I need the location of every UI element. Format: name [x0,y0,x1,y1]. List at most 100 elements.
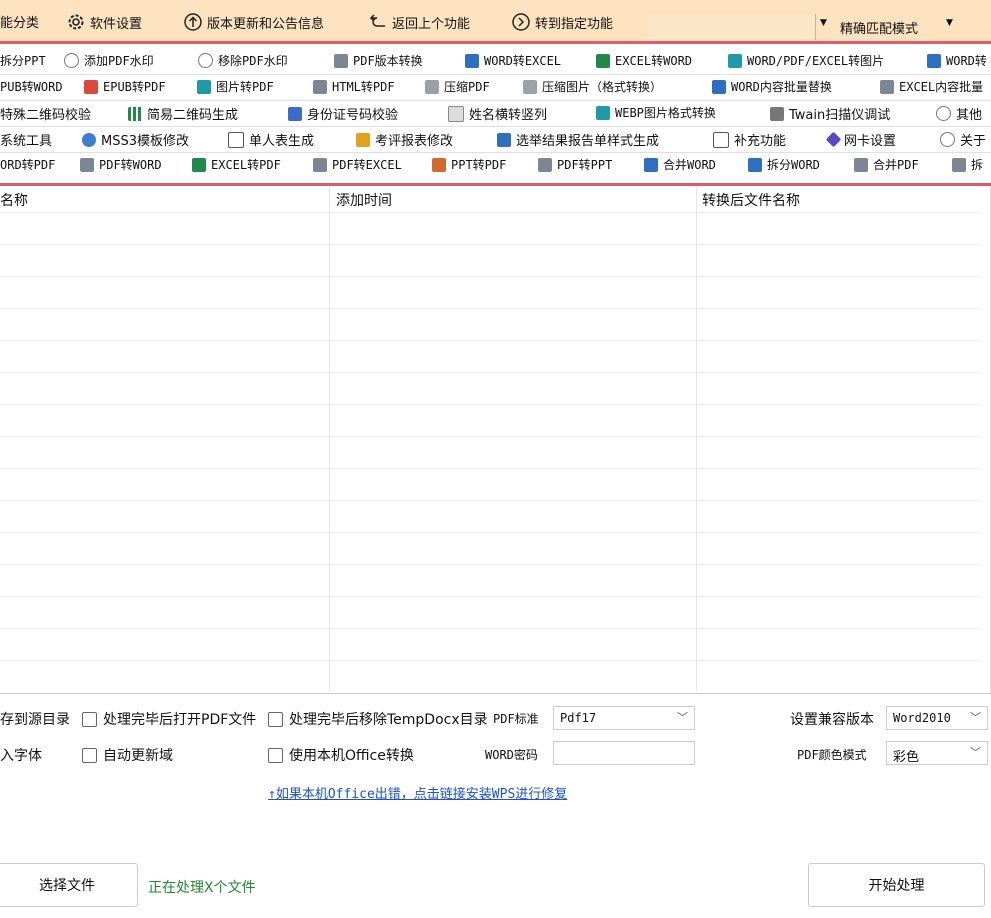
table-row [0,372,980,373]
tool-network-card-settings[interactable]: 网卡设置 [825,130,896,149]
tool-about[interactable]: 关于 [940,130,986,149]
tool-label: 合并PDF [873,158,919,172]
tool-excel-to-pdf[interactable]: EXCEL转PDF [192,156,281,173]
table-row [0,244,980,245]
tool-excel-to-word[interactable]: EXCEL转WORD [596,52,692,69]
tool-pdf-version-convert[interactable]: PDF版本转换 [334,52,423,69]
tool-split-word[interactable]: 拆分WORD [748,156,820,173]
start-processing-button[interactable]: 开始处理 [808,863,985,907]
checkbox[interactable] [82,747,97,763]
menu-update[interactable]: 版本更新和公告信息 [183,12,324,32]
tool-supplementary[interactable]: 补充功能 [713,130,786,149]
tool-election-report-style[interactable]: 选举结果报告单样式生成 [497,130,659,149]
tool-pdf-to-excel[interactable]: PDF转EXCEL [313,156,402,173]
tool-webp-convert[interactable]: WEBP图片格式转换 [596,104,716,121]
option-remove-temp[interactable]: 处理完毕后移除TempDocx目录 [268,709,488,729]
tool-word-to-pdf[interactable]: ORD转PDF [0,156,55,173]
watermark-icon [198,53,213,68]
tool-pdf-to-ppt[interactable]: PDF转PPT [538,156,612,173]
tool-epub-to-pdf[interactable]: EPUB转PDF [84,78,166,95]
option-save-to-source[interactable]: 存到源目录 [0,709,70,729]
tool-image-to-pdf[interactable]: 图片转PDF [197,78,274,95]
tool-simple-qr-generate[interactable]: 简易二维码生成 [128,104,238,123]
tool-id-number-verify[interactable]: 身份证号码校验 [288,104,398,123]
tool-compress-image[interactable]: 压缩图片（格式转换） [523,78,662,95]
option-use-local-office[interactable]: 使用本机Office转换 [268,745,414,765]
tool-label: PDF转EXCEL [332,158,402,172]
tool-label: 姓名横转竖列 [469,108,548,123]
word-password-input[interactable] [553,741,695,765]
tool-label: PDF转WORD [99,158,162,172]
menu-back[interactable]: 返回上个功能 [368,12,470,32]
tool-html-to-pdf[interactable]: HTML转PDF [313,78,395,95]
tool-word-batch-replace[interactable]: WORD内容批量替换 [712,78,832,95]
scanner-icon [770,106,784,121]
tool-evaluation-report-edit[interactable]: 考评报表修改 [356,130,453,149]
match-mode-select[interactable]: ▼ 精确匹配模式 ▼ [815,14,953,40]
tool-excel-batch[interactable]: EXCEL内容批量 [880,78,983,95]
pdf-icon [80,157,94,172]
menu-category[interactable]: 能分类 [0,12,39,31]
tool-epub-to-word[interactable]: PUB转WORD [0,78,63,95]
tool-label: Twain扫描仪调试 [789,108,891,123]
tool-other[interactable]: 其他 [936,104,982,123]
column-header-output-name[interactable]: 转换后文件名称 [702,190,800,210]
goto-input[interactable] [648,14,814,40]
install-wps-fix-link[interactable]: ↑如果本机Office出错，点击链接安装WPS进行修复 [268,783,567,802]
column-header-added-time[interactable]: 添加时间 [336,190,392,210]
tool-compress-pdf[interactable]: 压缩PDF [425,78,490,95]
menu-settings[interactable]: 软件设置 [66,12,142,32]
qr-code-icon [128,106,142,121]
gear-icon [82,132,96,147]
option-embed-font[interactable]: 入字体 [0,745,42,765]
tool-word-pdf-excel-to-image[interactable]: WORD/PDF/EXCEL转图片 [728,52,884,69]
image-icon [596,105,610,120]
tool-split-ppt[interactable]: 拆分PPT [0,52,46,69]
html-icon [313,79,327,94]
tool-split-pdf[interactable]: 拆 [952,156,983,173]
column-header-name[interactable]: 名称 [0,190,28,210]
checkbox[interactable] [268,711,283,727]
tool-row-4: 系统工具 MSS3模板修改 单人表生成 考评报表修改 选举结果报告单样式生成 补… [0,126,991,152]
tool-system-tools[interactable]: 系统工具 [0,130,52,149]
tool-ppt-to-pdf[interactable]: PPT转PDF [432,156,506,173]
tool-label: WORD/PDF/EXCEL转图片 [747,54,885,68]
option-label: 使用本机Office转换 [289,748,414,764]
chevron-down-icon: ﹀ [970,746,981,759]
checkbox[interactable] [268,747,283,763]
pdf-icon [952,157,966,172]
option-label: 存到源目录 [0,712,70,728]
tool-mss3-template-edit[interactable]: MSS3模板修改 [82,130,189,149]
tool-single-person-table[interactable]: 单人表生成 [228,130,314,149]
tool-word-to[interactable]: WORD转 [927,52,987,69]
compat-version-value: Word2010 [893,711,951,725]
tool-remove-pdf-watermark[interactable]: 移除PDF水印 [198,52,288,69]
pdf-icon [538,157,552,172]
image-icon [728,53,742,68]
tool-merge-word[interactable]: 合并WORD [644,156,716,173]
tool-label: HTML转PDF [332,80,395,94]
option-auto-update-field[interactable]: 自动更新域 [82,745,173,765]
chevron-down-icon: ﹀ [970,711,981,724]
tool-special-qr-verify[interactable]: 特殊二维码校验 [0,104,91,123]
tool-label: 压缩图片（格式转换） [542,80,663,94]
tool-name-horizontal-to-vertical[interactable]: 姓名横转竖列 [448,104,547,123]
tool-merge-pdf[interactable]: 合并PDF [854,156,919,173]
choose-file-button[interactable]: 选择文件 [0,863,138,907]
tool-label: ORD转PDF [0,158,56,172]
pdf-color-mode-select[interactable]: 彩色 ﹀ [886,741,988,765]
menu-goto[interactable]: 转到指定功能 [511,12,613,32]
compat-version-select[interactable]: Word2010 ﹀ [886,706,988,730]
compress-icon [425,79,439,94]
option-open-pdf-after[interactable]: 处理完毕后打开PDF文件 [82,709,256,729]
file-list-table[interactable]: 名称 添加时间 转换后文件名称 [0,186,991,694]
word-icon [644,157,658,172]
checkbox[interactable] [82,711,97,727]
column-divider [696,186,697,691]
tool-add-pdf-watermark[interactable]: 添加PDF水印 [64,52,154,69]
tool-word-to-excel[interactable]: WORD转EXCEL [465,52,561,69]
tool-twain-scanner-debug[interactable]: Twain扫描仪调试 [770,104,890,123]
watermark-icon [64,53,79,68]
pdf-standard-select[interactable]: Pdf17 ﹀ [553,706,695,730]
tool-pdf-to-word[interactable]: PDF转WORD [80,156,162,173]
